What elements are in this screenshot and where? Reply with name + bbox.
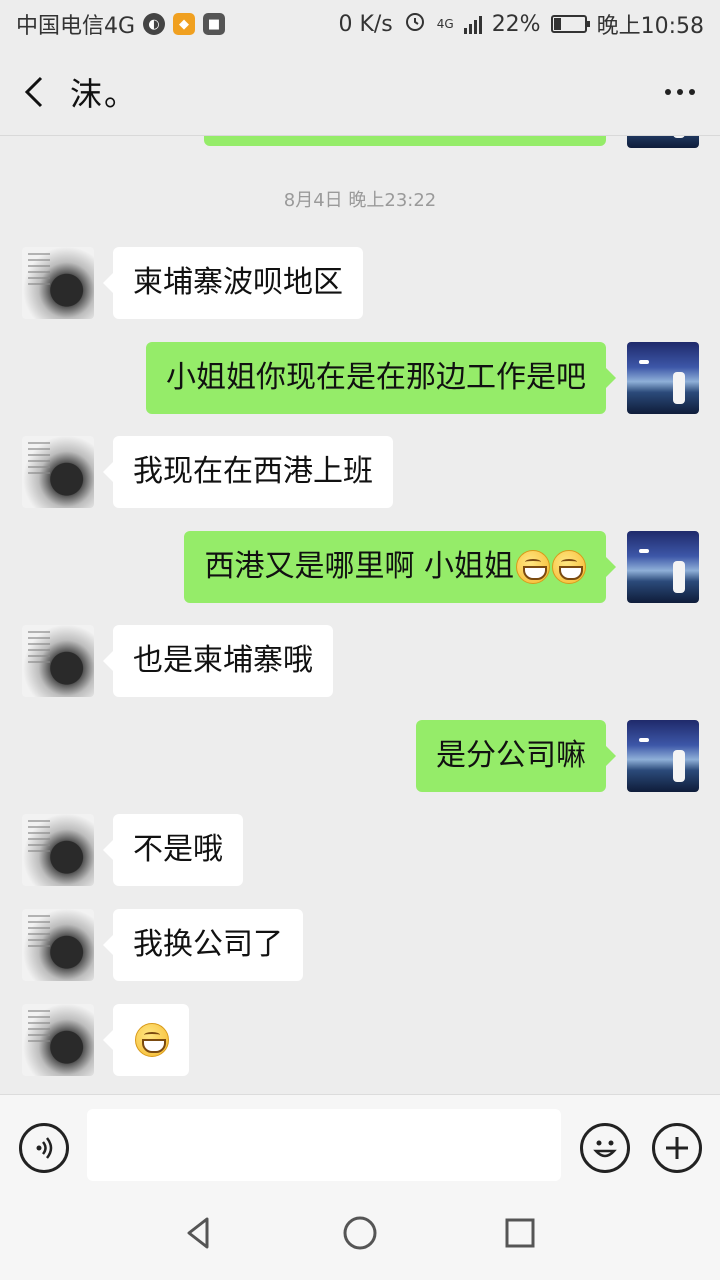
net-speed: 0 K/s bbox=[338, 11, 393, 37]
message-text: 不是哦 bbox=[133, 832, 223, 867]
nav-recent-button[interactable] bbox=[495, 1208, 545, 1258]
contact-avatar[interactable] bbox=[22, 436, 94, 508]
message-text: 我换公司了 bbox=[133, 927, 283, 962]
chat-title: 沫。 bbox=[70, 74, 139, 113]
message-bubble[interactable]: 小姐姐你现在是在那边工作是吧 bbox=[146, 342, 616, 414]
clock: 晚上10:58 bbox=[596, 14, 704, 39]
carrier-label: 中国电信4G bbox=[16, 14, 136, 39]
message-bubble[interactable]: 我换公司了 bbox=[103, 909, 303, 981]
message-text: 西港又是哪里啊 小姐姐 bbox=[204, 549, 514, 584]
contact-avatar[interactable] bbox=[22, 247, 94, 319]
contact-avatar[interactable] bbox=[22, 1004, 94, 1076]
grin-emoji-icon bbox=[552, 550, 586, 584]
timestamp: 8月4日 晚上23:22 bbox=[283, 190, 437, 211]
message-bubble[interactable]: 西港又是哪里啊 小姐姐 bbox=[184, 531, 616, 603]
more-dots-icon bbox=[689, 88, 695, 95]
smiley-icon bbox=[593, 1140, 617, 1158]
system-nav-bar bbox=[0, 1186, 720, 1280]
message-bubble[interactable] bbox=[103, 1004, 189, 1076]
message-text: 小姐姐你现在是在那边工作是吧 bbox=[166, 360, 586, 395]
message-input[interactable] bbox=[87, 1109, 561, 1181]
my-avatar[interactable] bbox=[627, 531, 699, 603]
nav-back-icon bbox=[187, 1217, 209, 1249]
my-avatar[interactable] bbox=[627, 720, 699, 792]
my-avatar[interactable] bbox=[627, 136, 699, 148]
grin-emoji-icon bbox=[516, 550, 550, 584]
more-dots-icon bbox=[665, 88, 671, 95]
more-functions-button[interactable] bbox=[652, 1123, 702, 1173]
more-button[interactable] bbox=[640, 48, 720, 136]
chat-header: 沫。 bbox=[0, 48, 720, 136]
more-dots-icon bbox=[677, 88, 683, 95]
message-text: 是分公司嘛 bbox=[436, 738, 586, 773]
globe-icon: ◐ bbox=[143, 13, 166, 35]
message-bubble[interactable]: 也是柬埔寨哦 bbox=[103, 625, 333, 697]
contact-avatar[interactable] bbox=[22, 625, 94, 697]
plus-icon bbox=[666, 1137, 688, 1159]
message-text: 我现在在西港上班 bbox=[133, 454, 373, 489]
contact-avatar[interactable] bbox=[22, 814, 94, 886]
input-bar bbox=[0, 1094, 720, 1186]
my-avatar[interactable] bbox=[627, 342, 699, 414]
message-bubble[interactable]: 是分公司嘛 bbox=[416, 720, 616, 792]
voice-icon bbox=[36, 1137, 53, 1159]
battery-percent: 22% bbox=[491, 11, 541, 37]
network-type: 4G bbox=[436, 17, 454, 31]
message-bubble[interactable]: 柬埔寨波呗地区 bbox=[103, 247, 363, 319]
nav-home-button[interactable] bbox=[335, 1208, 385, 1258]
contact-avatar[interactable] bbox=[22, 909, 94, 981]
chat-area[interactable]: 8月4日 晚上23:22 柬埔寨波呗地区小姐姐你现在是在那边工作是吧我现在在西港… bbox=[0, 136, 720, 1094]
emoji-button[interactable] bbox=[580, 1123, 630, 1173]
chevron-left-icon bbox=[24, 76, 43, 107]
message-text: 也是柬埔寨哦 bbox=[133, 643, 313, 678]
app-notification-icon: ■ bbox=[203, 13, 226, 35]
grin-emoji-icon bbox=[135, 1023, 169, 1057]
partial-message-bubble[interactable] bbox=[204, 136, 606, 146]
nav-recent-icon bbox=[505, 1218, 535, 1248]
message-bubble[interactable]: 不是哦 bbox=[103, 814, 243, 886]
signal-icon bbox=[463, 14, 482, 34]
voice-button[interactable] bbox=[19, 1123, 69, 1173]
status-bar: 中国电信4G ◐ ◆ ■ 0 K/s 4G 22% 晚上10:58 bbox=[0, 0, 720, 48]
alarm-icon bbox=[403, 9, 427, 39]
battery-icon bbox=[550, 15, 590, 33]
message-bubble[interactable]: 我现在在西港上班 bbox=[103, 436, 393, 508]
message-text: 柬埔寨波呗地区 bbox=[133, 265, 343, 300]
nav-back-button[interactable] bbox=[174, 1208, 224, 1258]
nav-home-icon bbox=[343, 1216, 377, 1250]
app-notification-icon: ◆ bbox=[173, 13, 196, 35]
back-button[interactable] bbox=[0, 48, 70, 136]
